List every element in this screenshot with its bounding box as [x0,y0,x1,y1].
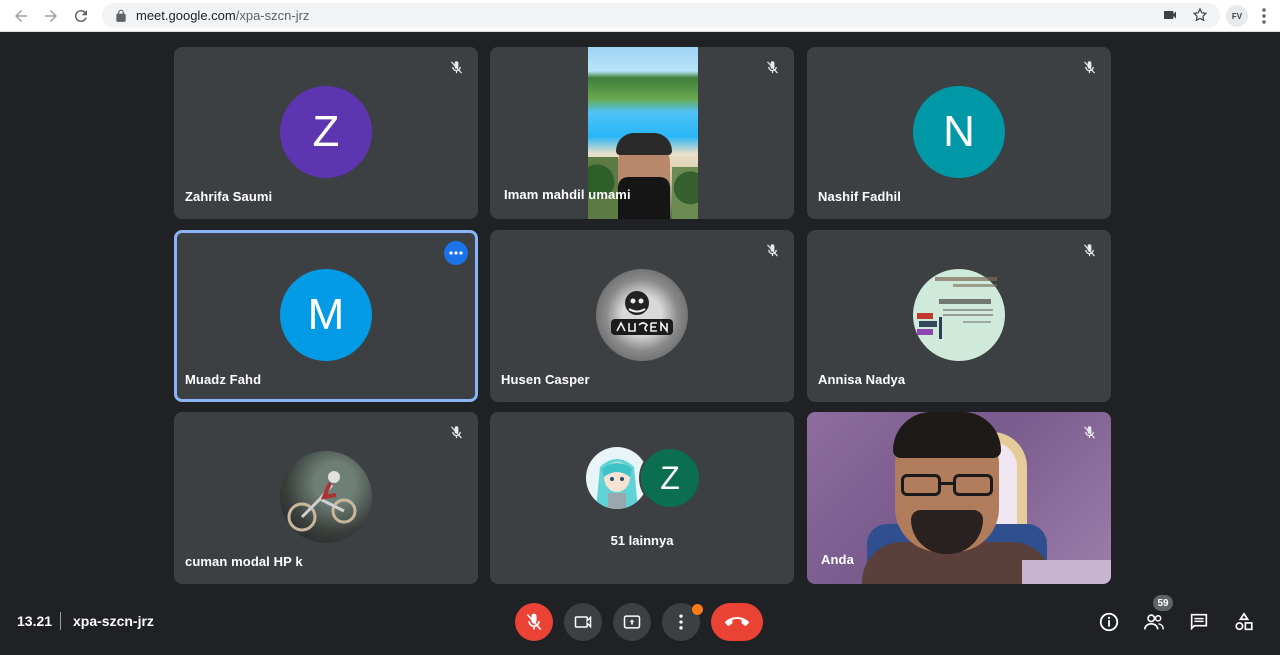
participant-tile[interactable]: Husen Casper [490,230,794,402]
meeting-code: xpa-szcn-jrz [73,613,154,629]
reload-icon [74,10,87,23]
mic-off-icon [526,613,542,631]
call-end-icon [725,617,749,626]
others-count-label: 51 lainnya [610,533,674,548]
arrow-left-icon [15,10,27,22]
participant-name: Imam mahdil umami [504,187,631,202]
more-vertical-icon [679,614,683,630]
avatar: M [280,269,372,361]
mic-off-icon [1083,60,1095,74]
meeting-control-bar: 13.21 xpa-szcn-jrz 59 [0,590,1280,655]
mic-off-indicator [1079,57,1099,77]
notification-dot [692,604,703,615]
leave-call-button[interactable] [711,603,763,641]
chat-icon [1190,613,1208,631]
mic-off-indicator [762,57,782,77]
info-icon [1099,612,1119,632]
participant-name: Nashif Fadhil [818,189,901,204]
participant-tile[interactable]: Z Zahrifa Saumi [174,47,478,219]
url-host: meet.google.com [136,8,236,23]
browser-toolbar: meet.google.com/xpa-szcn-jrz FV [0,0,1280,32]
arrow-right-icon [45,10,57,22]
participant-name: Husen Casper [501,372,590,387]
participant-name: Annisa Nadya [818,372,906,387]
meeting-details-button[interactable] [1097,610,1121,634]
person-cap [616,133,672,155]
mic-off-icon [766,60,778,74]
mic-off-icon [1083,243,1095,257]
toggle-camera-button[interactable] [564,603,602,641]
address-bar[interactable]: meet.google.com/xpa-szcn-jrz [102,3,1220,28]
participant-tile[interactable]: cuman modal HP k [174,412,478,584]
avatar: N [913,86,1005,178]
poster-graphic-icon [917,277,997,339]
star-bookmark-icon[interactable] [1192,7,1208,23]
activities-button[interactable] [1232,610,1256,634]
self-tile[interactable]: Anda [807,412,1111,584]
participant-name: Muadz Fahd [185,372,262,387]
camera-indicator-icon[interactable] [1162,7,1178,23]
profile-avatar[interactable]: FV [1226,5,1248,27]
more-horizontal-icon [449,251,463,255]
avatar: Z [280,86,372,178]
mic-off-icon [766,243,778,257]
avatar-image [280,451,372,543]
husen-logo-icon [611,291,673,335]
floor-strip [1022,560,1111,584]
omnibox-actions [1162,7,1208,23]
present-screen-button[interactable] [613,603,651,641]
mic-off-indicator [762,240,782,260]
mic-off-indicator [1079,240,1099,260]
participant-tile-active[interactable]: M Muadz Fahd [174,230,478,402]
shapes-icon [1235,612,1253,631]
videocam-icon [574,615,592,629]
mic-off-indicator [446,57,466,77]
participants-button[interactable] [1142,610,1166,634]
url-text: meet.google.com/xpa-szcn-jrz [136,8,309,23]
more-options-button[interactable] [444,241,468,265]
meeting-clock: 13.21 [17,613,53,629]
present-to-all-icon [623,615,641,629]
palm-leaves-right [672,167,698,219]
glasses [901,474,993,496]
toggle-mic-button[interactable] [515,603,553,641]
lock-icon [116,9,126,22]
url-path: /xpa-szcn-jrz [235,8,310,23]
browser-menu-icon[interactable] [1256,7,1272,25]
forward-button[interactable] [36,1,66,31]
mic-off-indicator [446,422,466,442]
mic-off-indicator [1079,422,1099,442]
chat-button[interactable] [1187,610,1211,634]
avatar-image [596,269,688,361]
back-button[interactable] [6,1,36,31]
others-tile[interactable]: Z 51 lainnya [490,412,794,584]
person-hair [893,412,1001,458]
participant-tile[interactable]: Imam mahdil umami [490,47,794,219]
participant-name: cuman modal HP k [185,554,303,569]
bike-rider-icon [287,471,357,532]
others-avatar-initial: Z [639,447,701,509]
reload-button[interactable] [66,1,96,31]
people-icon [1144,614,1164,630]
participants-count-badge: 59 [1153,595,1173,611]
mic-off-icon [450,425,462,439]
participant-name: Zahrifa Saumi [185,189,273,204]
mic-off-icon [1083,425,1095,439]
participant-tile[interactable]: N Nashif Fadhil [807,47,1111,219]
participant-name: Anda [821,552,854,567]
avatar-image [913,269,1005,361]
divider [60,612,61,630]
participant-tile[interactable]: Annisa Nadya [807,230,1111,402]
mic-off-icon [450,60,462,74]
